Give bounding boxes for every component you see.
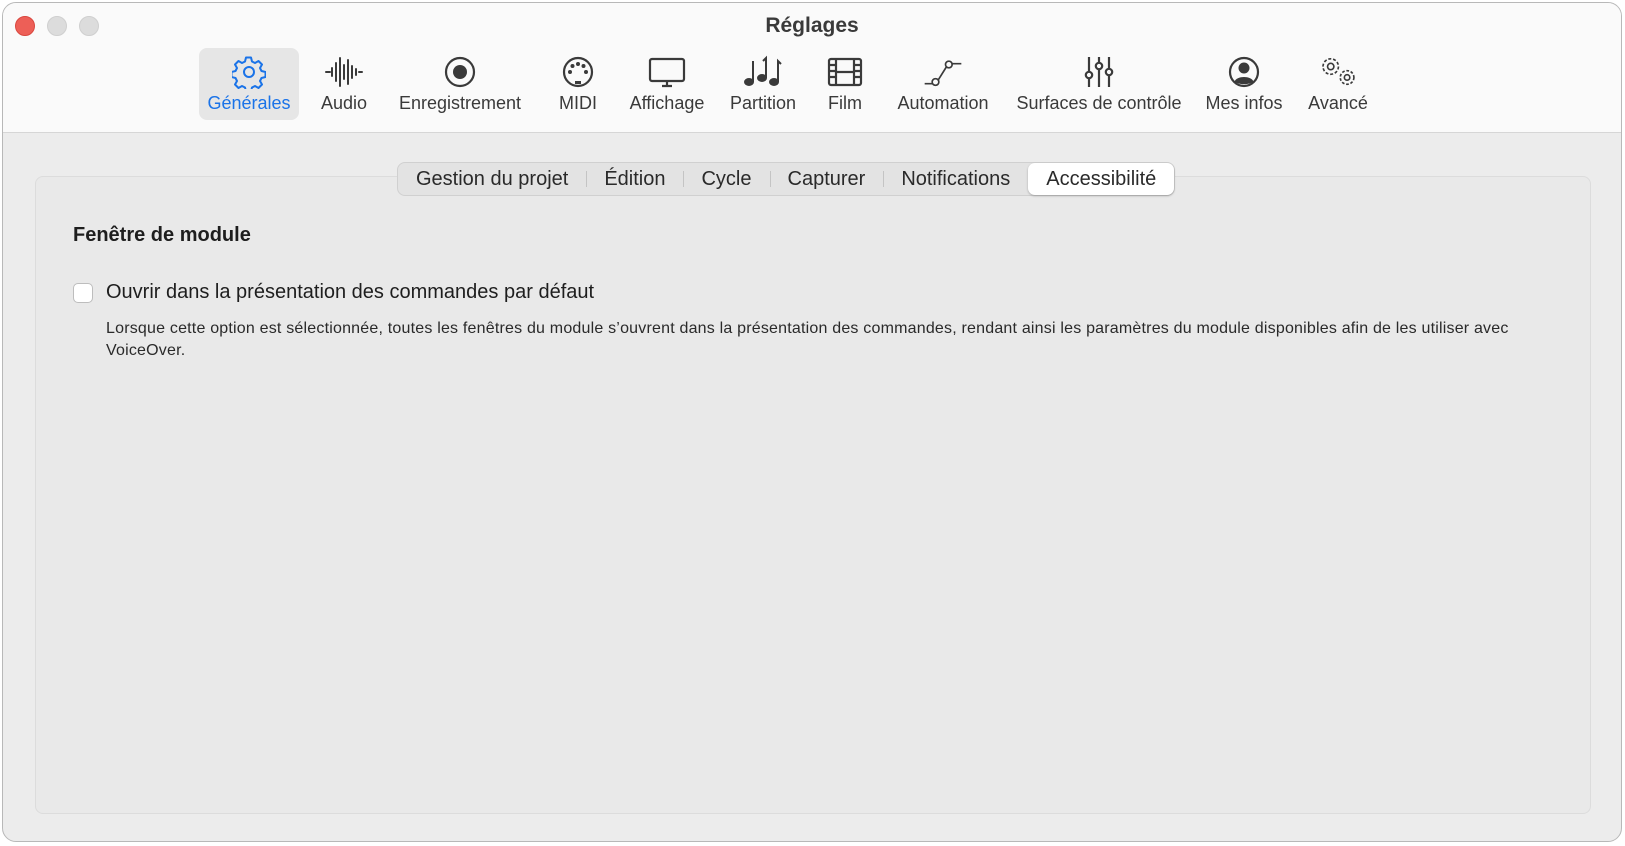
music-notes-icon (743, 54, 783, 90)
toolbar-label: Audio (320, 93, 368, 113)
toolbar-item-midi[interactable]: MIDI (543, 48, 613, 120)
tab-edition[interactable]: Édition (586, 163, 683, 195)
automation-curve-icon (923, 54, 963, 90)
option-description: Lorsque cette option est sélectionnée, t… (106, 320, 1509, 359)
open-in-controls-view-checkbox[interactable] (73, 283, 93, 303)
record-icon (440, 54, 480, 90)
title-bar: Réglages Générales Audio Enregistrement … (3, 3, 1621, 133)
toolbar-item-avance[interactable]: Avancé (1299, 48, 1377, 120)
tab-bar: Gestion du projet Édition Cycle Capturer… (397, 162, 1176, 196)
toolbar-label: Générales (207, 93, 291, 113)
toolbar-label: Partition (729, 93, 797, 113)
tab-accessibilite[interactable]: Accessibilité (1028, 163, 1175, 195)
waveform-icon (324, 54, 364, 90)
toolbar-label: Affichage (629, 93, 705, 113)
gears-icon (1318, 54, 1358, 90)
checkbox-label[interactable]: Ouvrir dans la présentation des commande… (106, 281, 594, 304)
tab-notifications[interactable]: Notifications (883, 163, 1028, 195)
toolbar-item-enregistrement[interactable]: Enregistrement (390, 48, 530, 120)
toolbar-item-affichage[interactable]: Affichage (621, 48, 713, 120)
toolbar-label: Avancé (1308, 93, 1368, 113)
sliders-icon (1079, 54, 1119, 90)
toolbar-label: Surfaces de contrôle (1016, 93, 1182, 113)
tab-cycle[interactable]: Cycle (683, 163, 769, 195)
toolbar-item-mes-infos[interactable]: Mes infos (1199, 48, 1289, 120)
toolbar-item-surfaces-de-controle[interactable]: Surfaces de contrôle (1009, 48, 1189, 120)
person-circle-icon (1224, 54, 1264, 90)
display-icon (647, 54, 687, 90)
film-icon (825, 54, 865, 90)
toolbar-label: Automation (897, 93, 989, 113)
window-title: Réglages (765, 14, 859, 37)
gear-icon (229, 54, 269, 90)
toolbar-item-film[interactable]: Film (815, 48, 875, 120)
preferences-window: Réglages Générales Audio Enregistrement … (2, 2, 1622, 842)
settings-panel (35, 176, 1591, 814)
section-title: Fenêtre de module (73, 224, 251, 246)
toolbar-label: Film (828, 93, 862, 113)
toolbar-label: Enregistrement (398, 93, 522, 113)
toolbar-item-generales[interactable]: Générales (199, 48, 299, 120)
toolbar-item-audio[interactable]: Audio (309, 48, 379, 120)
toolbar-label: MIDI (559, 93, 597, 113)
tab-gestion-du-projet[interactable]: Gestion du projet (398, 163, 586, 195)
tab-capturer[interactable]: Capturer (769, 163, 884, 195)
toolbar-item-automation[interactable]: Automation (885, 48, 1001, 120)
midi-connector-icon (558, 54, 598, 90)
toolbar-label: Mes infos (1205, 93, 1283, 113)
toolbar-item-partition[interactable]: Partition (721, 48, 805, 120)
